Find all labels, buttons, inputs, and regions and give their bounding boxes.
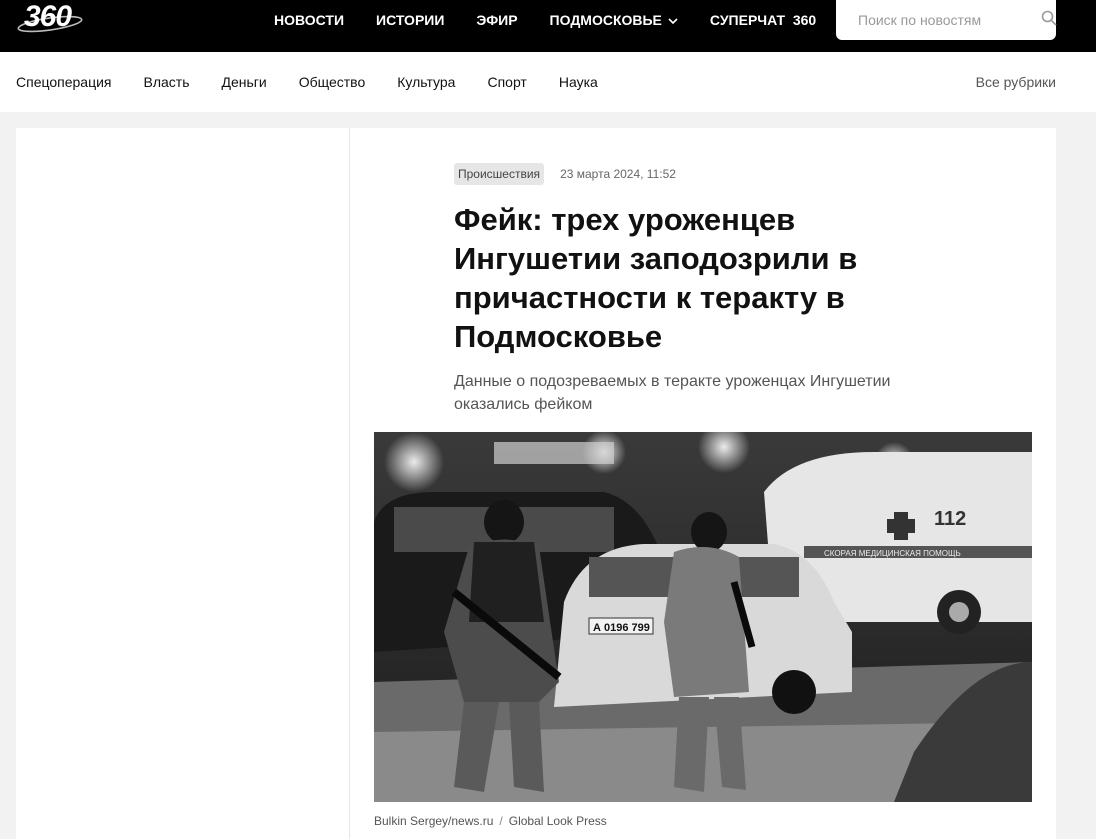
main-nav: НОВОСТИ ИСТОРИИ ЭФИР ПОДМОСКОВЬЕ СУПЕРЧА… <box>274 0 816 40</box>
logo[interactable]: 360 <box>16 0 96 38</box>
search-box <box>836 0 1057 40</box>
rubric-society[interactable]: Общество <box>299 74 366 90</box>
left-column <box>16 128 350 839</box>
caption-agency: Global Look Press <box>508 814 607 828</box>
ambulance-label: СКОРАЯ МЕДИЦИНСКАЯ ПОМОЩЬ <box>824 549 961 558</box>
nav-podmoskovye[interactable]: ПОДМОСКОВЬЕ <box>550 12 678 28</box>
rubric-specoperation[interactable]: Спецоперация <box>16 74 111 90</box>
rubric-money[interactable]: Деньги <box>221 74 266 90</box>
nav-podmoskovye-label: ПОДМОСКОВЬЕ <box>549 12 662 28</box>
logo-text: 360 <box>24 0 72 33</box>
category-tag[interactable]: Происшествия <box>454 163 545 185</box>
chevron-down-icon <box>668 12 678 28</box>
all-rubrics-link[interactable]: Все рубрики <box>976 52 1056 112</box>
rubrics-bar: Спецоперация Власть Деньги Общество Куль… <box>0 52 1096 112</box>
article-title: Фейк: трех уроженцев Ингушетии заподозри… <box>454 202 858 354</box>
article-photo: 112 СКОРАЯ МЕДИЦИНСКАЯ ПОМОЩЬ А 0196 799 <box>374 432 1032 802</box>
caption-author: Bulkin Sergey/news.ru <box>374 814 494 828</box>
top-bar: 360 НОВОСТИ ИСТОРИИ ЭФИР ПОДМОСКОВЬЕ СУП… <box>0 0 1096 52</box>
rubric-culture[interactable]: Культура <box>397 74 455 90</box>
photo-caption: Bulkin Sergey/news.ru / Global Look Pres… <box>374 814 607 828</box>
caption-separator: / <box>499 814 503 828</box>
nav-news-label: НОВОСТИ <box>274 12 345 28</box>
rubrics-list: Спецоперация Власть Деньги Общество Куль… <box>16 52 630 112</box>
nav-superchat[interactable]: СУПЕРЧАТ 360 <box>710 12 816 28</box>
nav-stories-label: ИСТОРИИ <box>376 12 445 28</box>
search-icon[interactable] <box>1041 10 1057 31</box>
rubric-power[interactable]: Власть <box>143 74 189 90</box>
article-meta: Происшествия 23 марта 2024, 11:52 <box>454 163 676 185</box>
photo-illustration: 112 СКОРАЯ МЕДИЦИНСКАЯ ПОМОЩЬ А 0196 799 <box>374 432 1032 802</box>
nav-stories[interactable]: ИСТОРИИ <box>376 12 444 28</box>
nav-news[interactable]: НОВОСТИ <box>274 12 344 28</box>
article: Происшествия 23 марта 2024, 11:52 Фейк: … <box>350 128 1056 839</box>
publish-date: 23 марта 2024, 11:52 <box>560 167 676 181</box>
rubric-science[interactable]: Наука <box>559 74 598 90</box>
article-lead: Данные о подозреваемых в теракте уроженц… <box>454 373 891 413</box>
nav-superchat-label: СУПЕРЧАТ 360 <box>709 12 817 28</box>
rubric-sport[interactable]: Спорт <box>487 74 526 90</box>
license-plate: А 0196 799 <box>593 622 650 634</box>
nav-live[interactable]: ЭФИР <box>476 12 517 28</box>
ambulance-number: 112 <box>934 508 966 530</box>
search-input[interactable] <box>856 11 1041 29</box>
nav-live-label: ЭФИР <box>476 12 518 28</box>
